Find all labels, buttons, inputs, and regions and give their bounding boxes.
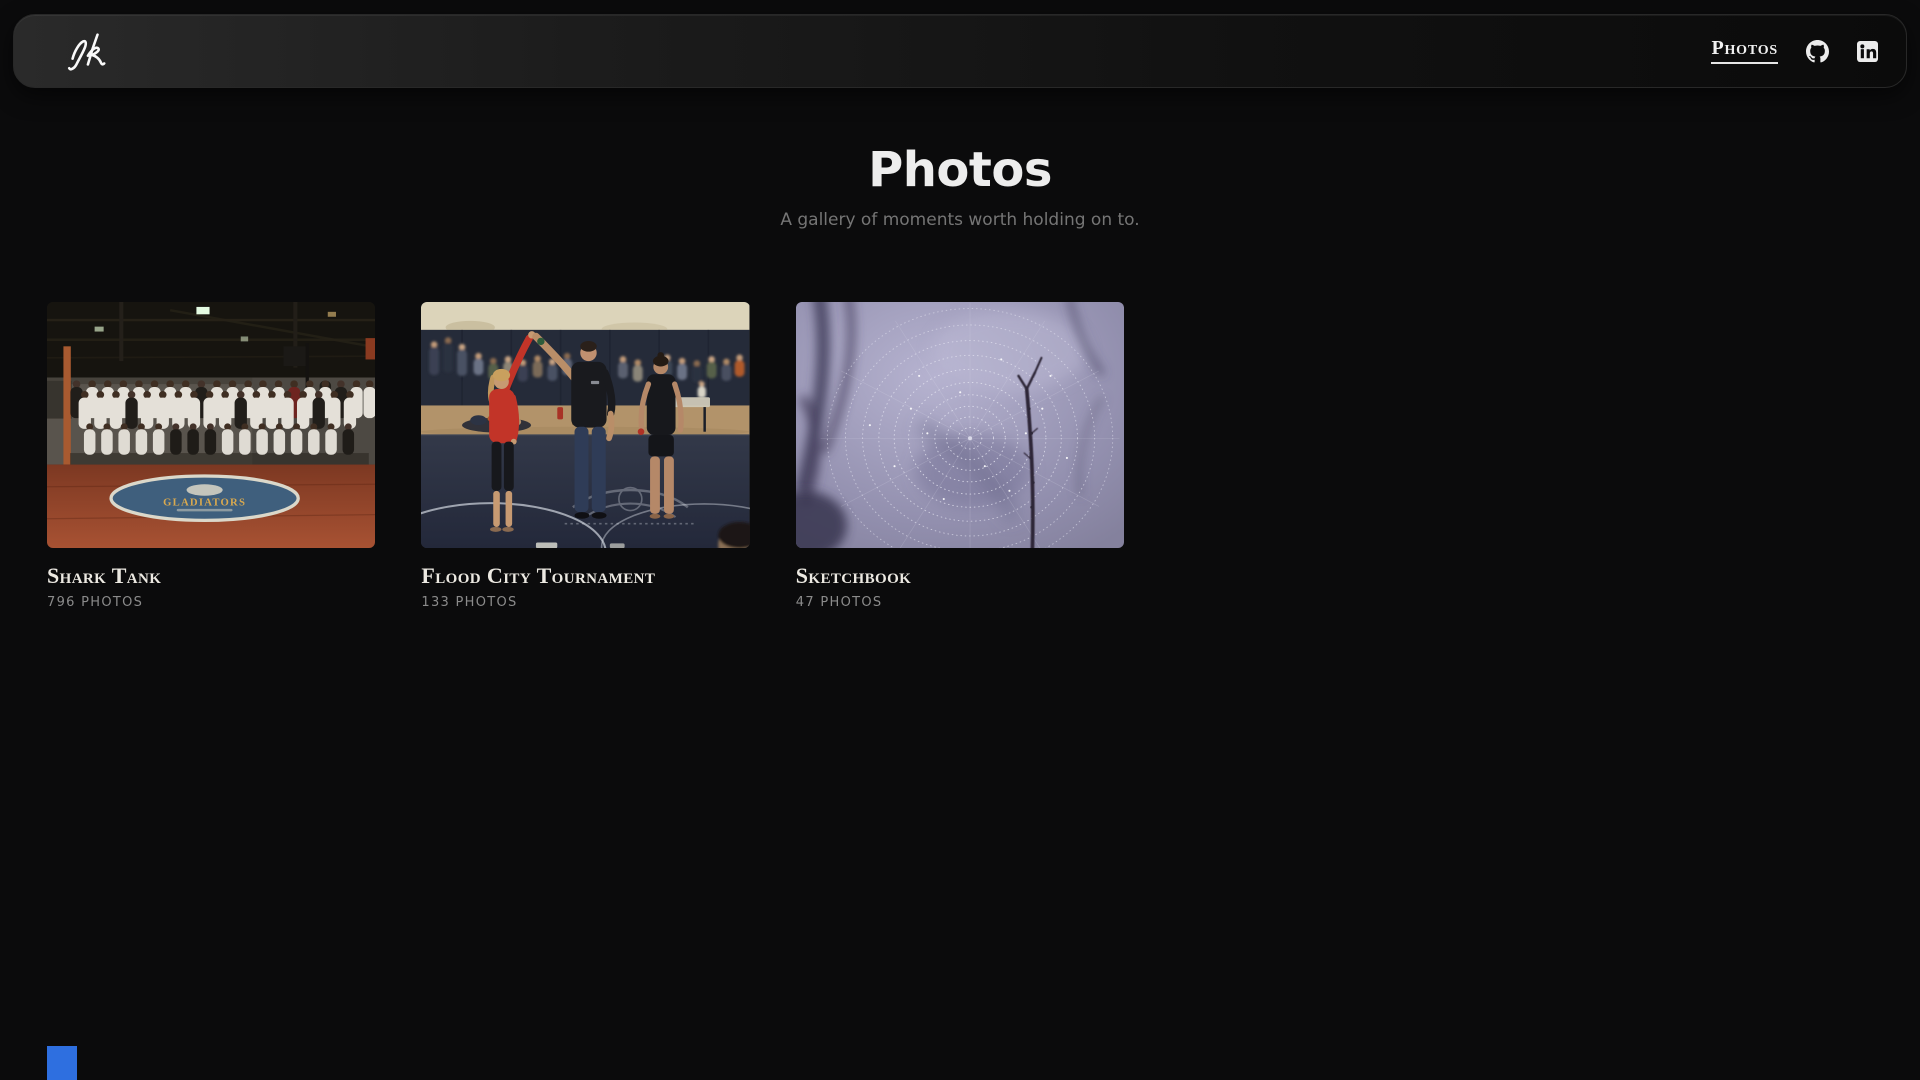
tournament-photo-art	[421, 301, 750, 548]
navbar-links: Photos	[1711, 38, 1878, 64]
page-title: Photos	[868, 142, 1052, 198]
album-title: Sketchbook	[795, 562, 912, 588]
album-card-shark-tank[interactable]: GLADIATORS Shark Tank 796 PHOTOS	[47, 301, 376, 611]
nav-link-photos[interactable]: Photos	[1711, 38, 1778, 64]
album-title: Shark Tank	[47, 562, 162, 588]
mat-logo-text: GLADIATORS	[163, 496, 246, 508]
navbar: Photos	[13, 14, 1907, 88]
album-card-sketchbook[interactable]: Sketchbook 47 PHOTOS	[795, 301, 1125, 611]
bottom-left-blue-marker	[47, 1046, 77, 1080]
page-subtitle: A gallery of moments worth holding on to…	[780, 209, 1140, 230]
linkedin-icon	[1857, 40, 1878, 62]
album-grid: GLADIATORS Shark Tank 796 PHOTOS Flood C…	[0, 301, 1920, 611]
site-logo[interactable]	[62, 28, 110, 74]
album-cover-flood-city[interactable]	[421, 301, 750, 548]
album-photo-count: 47 PHOTOS	[795, 595, 883, 611]
album-card-flood-city-tournament[interactable]: Flood City Tournament 133 PHOTOS	[421, 301, 750, 611]
album-photo-count: 796 PHOTOS	[47, 595, 144, 611]
album-photo-count: 133 PHOTOS	[421, 595, 518, 611]
signature-logo-icon	[67, 33, 106, 71]
album-cover-sketchbook[interactable]	[795, 301, 1125, 548]
github-icon	[1806, 39, 1829, 62]
gym-group-photo-art: GLADIATORS	[47, 301, 376, 548]
album-cover-shark-tank[interactable]: GLADIATORS	[47, 301, 376, 548]
linkedin-link[interactable]	[1857, 40, 1878, 62]
github-link[interactable]	[1806, 39, 1829, 63]
spiderweb-photo-art	[795, 301, 1125, 548]
album-title: Flood City Tournament	[421, 562, 656, 588]
page-header: Photos A gallery of moments worth holdin…	[0, 142, 1920, 230]
